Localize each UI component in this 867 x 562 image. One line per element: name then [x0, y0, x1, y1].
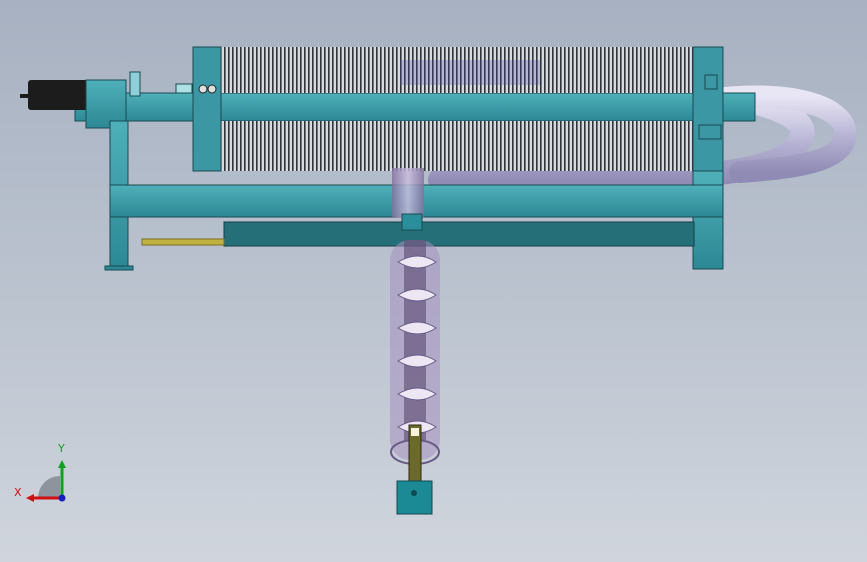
filter-plates-lower	[221, 121, 693, 171]
y-axis-label: Y	[58, 442, 65, 455]
x-axis-label: X	[14, 486, 22, 499]
cad-viewport[interactable]: X Y	[0, 0, 867, 562]
drive-motor-box	[396, 480, 433, 515]
plate-highlights	[400, 60, 540, 85]
z-axis-dot	[58, 494, 66, 502]
drip-tray	[223, 221, 695, 247]
tray-rod	[141, 238, 225, 246]
filter-press-model[interactable]	[0, 0, 867, 562]
top-beam	[74, 92, 756, 122]
tail-plate	[692, 46, 724, 172]
triad-plane	[38, 476, 60, 498]
hydraulic-motor	[28, 80, 90, 110]
head-plate	[192, 46, 222, 172]
orientation-triad[interactable]: X Y	[14, 442, 76, 508]
